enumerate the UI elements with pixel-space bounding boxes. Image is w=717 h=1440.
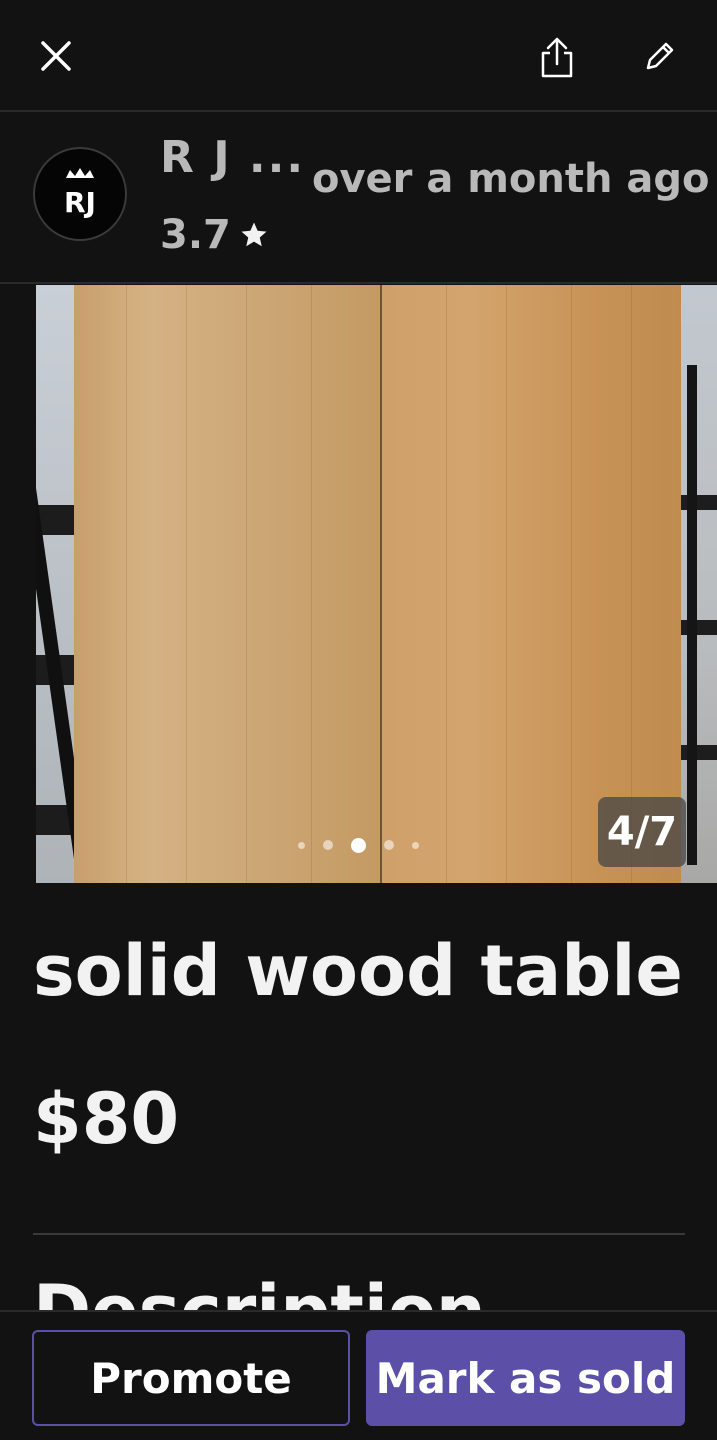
close-icon bbox=[41, 41, 71, 71]
wood-board-left bbox=[74, 285, 381, 883]
listing-photo[interactable] bbox=[36, 285, 717, 883]
seller-name[interactable]: R J ... bbox=[160, 132, 305, 183]
wood-grain bbox=[631, 285, 632, 883]
bottom-action-bar: Promote Mark as sold bbox=[0, 1310, 717, 1440]
wood-grain bbox=[186, 285, 187, 883]
carousel-dot-active[interactable] bbox=[351, 837, 366, 853]
seller-avatar[interactable]: RJ bbox=[33, 147, 127, 241]
mark-as-sold-button[interactable]: Mark as sold bbox=[366, 1330, 685, 1426]
divider bbox=[33, 1233, 685, 1235]
edit-button[interactable] bbox=[630, 26, 690, 86]
listing-title: solid wood table bbox=[33, 930, 683, 1012]
description-heading: Description bbox=[33, 1276, 486, 1310]
listing-price: $80 bbox=[33, 1078, 180, 1160]
carousel-dot[interactable] bbox=[384, 840, 394, 850]
wood-seam bbox=[380, 285, 382, 883]
photo-shelf-leg-right bbox=[687, 365, 697, 865]
posted-time: over a month ago bbox=[312, 156, 710, 202]
carousel-dot[interactable] bbox=[412, 841, 419, 849]
top-toolbar bbox=[0, 0, 717, 112]
promote-button[interactable]: Promote bbox=[32, 1330, 350, 1426]
wood-grain bbox=[311, 285, 312, 883]
wood-grain bbox=[246, 285, 247, 883]
wood-grain bbox=[126, 285, 127, 883]
wood-grain bbox=[571, 285, 572, 883]
carousel-dot[interactable] bbox=[323, 840, 333, 850]
star-icon bbox=[241, 222, 267, 247]
pencil-icon bbox=[646, 42, 674, 70]
share-button[interactable] bbox=[527, 26, 587, 90]
rating-value: 3.7 bbox=[160, 212, 231, 258]
seller-info[interactable]: RJ R J ... 3.7 over a month ago bbox=[0, 114, 717, 284]
svg-text:RJ: RJ bbox=[64, 186, 96, 219]
seller-logo: RJ bbox=[64, 168, 96, 219]
photo-counter: 4/7 bbox=[598, 797, 686, 867]
wood-board-right bbox=[381, 285, 681, 883]
wood-grain bbox=[446, 285, 447, 883]
close-button[interactable] bbox=[26, 26, 86, 86]
carousel-dot[interactable] bbox=[298, 841, 305, 849]
share-icon bbox=[541, 37, 573, 78]
wood-grain bbox=[506, 285, 507, 883]
seller-rating: 3.7 bbox=[160, 212, 269, 258]
